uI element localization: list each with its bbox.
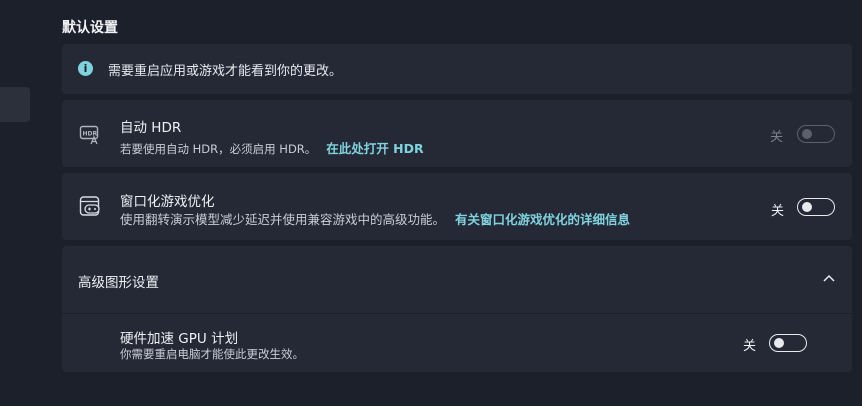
svg-text:HDR: HDR [83,131,98,138]
windowed-optimization-toggle[interactable] [797,198,835,216]
auto-hdr-card: HDR 自动 HDR 若要使用自动 HDR，必须启用 HDR。 在此处打开 HDR… [62,100,852,167]
advanced-graphics-section: 高级图形设置 硬件加速 GPU 计划 你需要重启电脑才能使此更改生效。 关 [62,246,852,372]
windowed-optimization-link[interactable]: 有关窗口化游戏优化的详细信息 [455,212,630,227]
windowed-optimization-card: 窗口化游戏优化 使用翻转演示模型减少延迟并使用兼容游戏中的高级功能。 有关窗口化游… [62,173,852,240]
advanced-graphics-title: 高级图形设置 [78,275,159,291]
windowed-optimization-description: 使用翻转演示模型减少延迟并使用兼容游戏中的高级功能。 有关窗口化游戏优化的详细信息 [120,209,630,228]
settings-window: 默认设置 i 需要重启应用或游戏才能看到你的更改。 HDR 自动 HDR 若要使… [0,0,862,406]
auto-hdr-desc-text: 若要使用自动 HDR，必须启用 HDR。 [120,142,317,156]
auto-hdr-toggle[interactable] [797,125,835,143]
gamepad-window-icon [79,196,100,216]
auto-hdr-title: 自动 HDR [120,120,182,136]
auto-hdr-toggle-label: 关 [770,130,784,145]
gpu-scheduling-toggle[interactable] [769,334,807,352]
navigation-rail [0,0,62,406]
info-icon: i [78,61,93,76]
gpu-scheduling-toggle-label: 关 [743,339,757,354]
toggle-knob [802,202,812,212]
restart-info-card: i 需要重启应用或游戏才能看到你的更改。 [62,44,852,94]
toggle-knob [802,129,812,139]
section-title: 默认设置 [62,20,118,36]
hdr-icon: HDR [79,125,99,145]
windowed-optimization-desc-text: 使用翻转演示模型减少延迟并使用兼容游戏中的高级功能。 [120,212,446,227]
enable-hdr-link[interactable]: 在此处打开 HDR [326,141,423,156]
nav-selected-item[interactable] [0,87,30,122]
advanced-graphics-header[interactable]: 高级图形设置 [62,246,852,313]
toggle-knob [774,338,784,348]
gpu-scheduling-description: 你需要重启电脑才能使此更改生效。 [120,347,304,361]
windowed-optimization-toggle-label: 关 [771,204,785,219]
chevron-up-icon [823,274,835,282]
gpu-scheduling-title: 硬件加速 GPU 计划 [120,331,239,347]
section-divider [62,313,852,314]
auto-hdr-description: 若要使用自动 HDR，必须启用 HDR。 在此处打开 HDR [120,138,424,157]
windowed-optimization-title: 窗口化游戏优化 [120,194,215,210]
info-text: 需要重启应用或游戏才能看到你的更改。 [108,64,343,79]
